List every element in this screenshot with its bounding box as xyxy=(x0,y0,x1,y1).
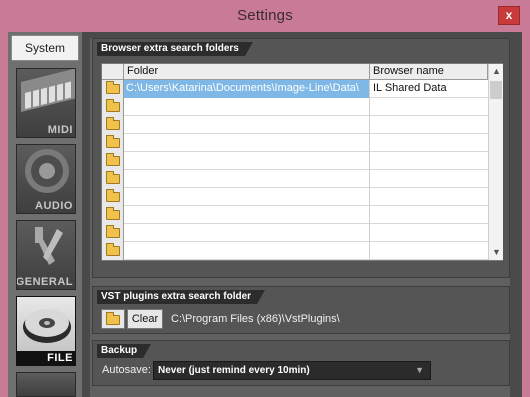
folder-picker-button[interactable] xyxy=(102,224,124,242)
folder-picker-button[interactable] xyxy=(102,116,124,134)
vst-clear-button[interactable]: Clear xyxy=(127,309,163,329)
folder-icon xyxy=(106,135,120,148)
folder-picker-button[interactable] xyxy=(102,188,124,206)
category-file-label: FILE xyxy=(47,352,73,364)
browser-name-cell[interactable]: IL Shared Data xyxy=(370,80,488,98)
vst-folder-browse-button[interactable] xyxy=(101,309,125,329)
category-file[interactable]: FILE xyxy=(16,296,76,366)
settings-window: Settings x System MIDI AUDIO GENERAL FIL… xyxy=(0,0,530,397)
folder-path-cell[interactable] xyxy=(124,116,370,134)
vst-folder-group: VST plugins extra search folder Clear C:… xyxy=(92,286,510,334)
folder-picker-button[interactable] xyxy=(102,134,124,152)
folder-picker-button[interactable] xyxy=(102,98,124,116)
folder-icon xyxy=(106,117,120,130)
disk-icon xyxy=(23,309,71,343)
folder-path-cell[interactable] xyxy=(124,152,370,170)
column-header-folder: Folder xyxy=(124,64,370,80)
folder-picker-button[interactable] xyxy=(102,170,124,188)
settings-panel: Browser extra search folders Folder Brow… xyxy=(90,38,510,397)
browser-folders-group: Browser extra search folders Folder Brow… xyxy=(92,38,510,278)
scroll-down-icon[interactable]: ▼ xyxy=(489,245,504,260)
table-row[interactable] xyxy=(102,224,488,242)
folder-icon xyxy=(106,189,120,202)
tools-icon xyxy=(35,227,63,265)
autosave-select[interactable]: Never (just remind every 10min) ▼ xyxy=(153,361,431,380)
folder-path-cell[interactable]: C:\Users\Katarina\Documents\Image-Line\D… xyxy=(124,80,370,98)
browser-name-cell[interactable] xyxy=(370,242,488,260)
autosave-value: Never (just remind every 10min) xyxy=(158,365,310,376)
table-row[interactable] xyxy=(102,170,488,188)
folder-icon xyxy=(106,81,120,94)
vst-folder-path: C:\Program Files (x86)\VstPlugins\ xyxy=(171,313,340,325)
folder-path-cell[interactable] xyxy=(124,98,370,116)
folder-picker-button[interactable] xyxy=(102,80,124,98)
folder-icon xyxy=(106,207,120,220)
table-scrollbar[interactable]: ▲ ▼ xyxy=(488,64,503,260)
folder-icon xyxy=(106,153,120,166)
window-title: Settings xyxy=(237,7,293,24)
scroll-up-icon[interactable]: ▲ xyxy=(489,64,504,79)
browser-name-cell[interactable] xyxy=(370,170,488,188)
table-row[interactable] xyxy=(102,134,488,152)
browser-folders-title: Browser extra search folders xyxy=(97,42,253,56)
folder-icon xyxy=(106,99,120,112)
folder-path-cell[interactable] xyxy=(124,188,370,206)
autosave-label: Autosave: xyxy=(102,364,151,376)
browser-name-cell[interactable] xyxy=(370,206,488,224)
category-midi[interactable]: MIDI xyxy=(16,68,76,138)
folder-path-cell[interactable] xyxy=(124,170,370,188)
folder-path-cell[interactable] xyxy=(124,242,370,260)
category-audio-label: AUDIO xyxy=(35,200,73,212)
column-header-icon xyxy=(102,64,124,80)
table-row[interactable] xyxy=(102,242,488,260)
browser-folders-table: Folder Browser name C:\Users\Katarina\Do… xyxy=(101,63,503,261)
vst-folder-title: VST plugins extra search folder xyxy=(97,290,266,304)
browser-name-cell[interactable] xyxy=(370,152,488,170)
table-row[interactable] xyxy=(102,98,488,116)
folder-icon xyxy=(106,312,120,325)
tab-system[interactable]: System xyxy=(11,35,79,61)
category-audio[interactable]: AUDIO xyxy=(16,144,76,214)
chevron-down-icon: ▼ xyxy=(415,365,424,375)
folder-path-cell[interactable] xyxy=(124,206,370,224)
folder-picker-button[interactable] xyxy=(102,242,124,260)
folder-picker-button[interactable] xyxy=(102,152,124,170)
folder-picker-button[interactable] xyxy=(102,206,124,224)
settings-client: System MIDI AUDIO GENERAL FILE Browser e… xyxy=(8,32,522,397)
backup-group: Backup Autosave: Never (just remind ever… xyxy=(92,340,510,386)
backup-title: Backup xyxy=(97,344,152,358)
table-row[interactable] xyxy=(102,152,488,170)
folder-icon xyxy=(106,171,120,184)
browser-name-cell[interactable] xyxy=(370,116,488,134)
category-next[interactable] xyxy=(16,372,76,397)
browser-name-cell[interactable] xyxy=(370,188,488,206)
folder-path-cell[interactable] xyxy=(124,224,370,242)
browser-name-cell[interactable] xyxy=(370,98,488,116)
category-general-label: GENERAL xyxy=(16,276,73,288)
category-general[interactable]: GENERAL xyxy=(16,220,76,290)
title-bar[interactable]: Settings x xyxy=(0,0,530,32)
sidebar: System MIDI AUDIO GENERAL FILE xyxy=(8,32,82,397)
table-row[interactable] xyxy=(102,116,488,134)
speaker-icon xyxy=(25,149,69,193)
browser-name-cell[interactable] xyxy=(370,134,488,152)
table-row[interactable]: C:\Users\Katarina\Documents\Image-Line\D… xyxy=(102,80,488,98)
close-button[interactable]: x xyxy=(498,6,520,25)
column-header-browser-name: Browser name xyxy=(370,64,488,80)
folder-icon xyxy=(106,243,120,256)
browser-name-cell[interactable] xyxy=(370,224,488,242)
folder-path-cell[interactable] xyxy=(124,134,370,152)
table-row[interactable] xyxy=(102,206,488,224)
folder-icon xyxy=(106,225,120,238)
scroll-thumb[interactable] xyxy=(490,81,502,99)
table-row[interactable] xyxy=(102,188,488,206)
midi-keyboard-icon xyxy=(21,69,75,113)
category-midi-label: MIDI xyxy=(47,124,73,136)
